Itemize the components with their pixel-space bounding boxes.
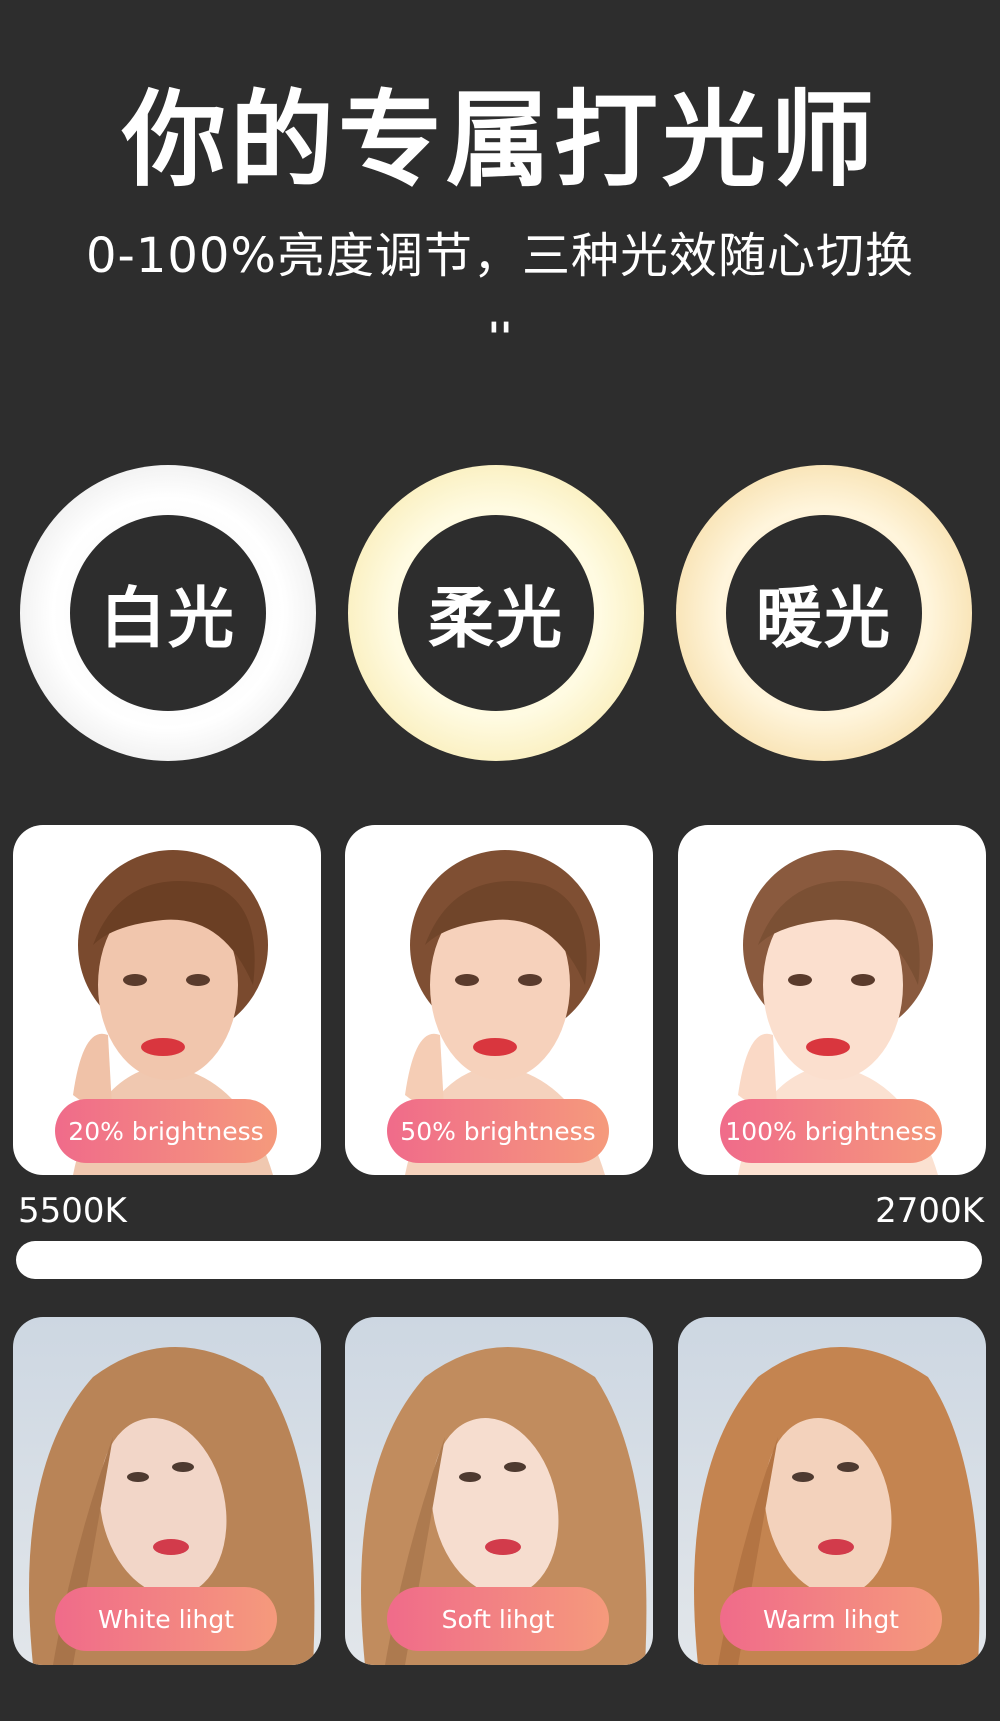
temperature-label-cool: 5500K	[18, 1191, 127, 1231]
white-light-ring: 白光	[20, 465, 316, 761]
ring-center: 柔光	[398, 515, 594, 711]
brightness-pill-100: 100% brightness	[720, 1099, 942, 1163]
brightness-card-20: 20% brightness	[13, 825, 321, 1175]
color-temperature-bar	[16, 1241, 982, 1279]
brightness-card-100: 100% brightness	[678, 825, 986, 1175]
warm-light-pill: Warm lihgt	[720, 1587, 942, 1651]
ring-center: 白光	[70, 515, 266, 711]
white-light-card: White lihgt	[13, 1317, 321, 1665]
temperature-label-warm: 2700K	[875, 1191, 984, 1231]
brightness-pill-20: 20% brightness	[55, 1099, 277, 1163]
warm-light-ring: 暖光	[676, 465, 972, 761]
soft-light-ring: 柔光	[348, 465, 644, 761]
ring-label-warm: 暖光	[756, 580, 892, 657]
page-subtitle: 0-100%亮度调节，三种光效随心切换	[85, 228, 915, 284]
white-light-pill: White lihgt	[55, 1587, 277, 1651]
soft-light-card: Soft lihgt	[345, 1317, 653, 1665]
ring-label-white: 白光	[100, 580, 236, 657]
ring-label-soft: 柔光	[428, 580, 564, 657]
brightness-card-50: 50% brightness	[345, 825, 653, 1175]
ring-center: 暖光	[726, 515, 922, 711]
warm-light-card: Warm lihgt	[678, 1317, 986, 1665]
soft-light-pill: Soft lihgt	[387, 1587, 609, 1651]
page-title: 你的专属打光师	[121, 79, 878, 201]
quote-mark: ''	[487, 315, 513, 361]
brightness-pill-50: 50% brightness	[387, 1099, 609, 1163]
